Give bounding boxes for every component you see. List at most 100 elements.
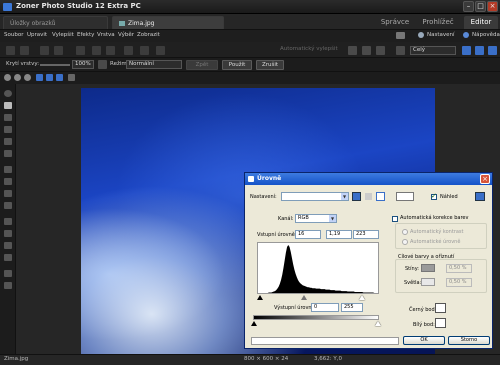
- undo-icon[interactable]: [40, 46, 49, 55]
- opacity-value: 100%: [75, 61, 91, 67]
- auto-color-checkbox[interactable]: [392, 216, 398, 222]
- ok-button[interactable]: OK: [403, 336, 445, 345]
- eraser-tool-icon[interactable]: [4, 202, 12, 209]
- black-eyedropper-icon[interactable]: [435, 303, 446, 313]
- fullscreen-icon[interactable]: [488, 46, 497, 55]
- brush-tool-icon[interactable]: [4, 190, 12, 197]
- cancel-button[interactable]: Storno: [448, 336, 490, 345]
- save-preset-icon[interactable]: [352, 192, 361, 201]
- maximize-button[interactable]: □: [475, 1, 486, 12]
- flip-icon[interactable]: [124, 46, 133, 55]
- input-black-slider[interactable]: [257, 295, 263, 300]
- menu-edit[interactable]: Upravit: [27, 32, 47, 38]
- grid-icon[interactable]: [396, 46, 405, 55]
- cancel-edit-button[interactable]: Zrušit: [256, 60, 284, 70]
- preset-select[interactable]: ▼: [281, 192, 349, 201]
- opacity-input[interactable]: 100%: [72, 60, 94, 69]
- minimize-button[interactable]: –: [463, 1, 474, 12]
- split-view-icon[interactable]: [376, 46, 385, 55]
- forward-icon[interactable]: [20, 46, 29, 55]
- histogram-icon[interactable]: [348, 46, 357, 55]
- frame-tool-icon[interactable]: [4, 282, 12, 289]
- white-eyedropper-icon[interactable]: [435, 318, 446, 328]
- layer-icon[interactable]: [98, 60, 107, 69]
- tab-viewer[interactable]: Prohlížeč: [422, 16, 454, 29]
- close-button[interactable]: ×: [487, 1, 498, 12]
- zoom-icon[interactable]: [475, 46, 484, 55]
- color-mode-select[interactable]: Celý: [410, 46, 456, 55]
- line-tool-icon[interactable]: [4, 254, 12, 261]
- help-icon[interactable]: [463, 32, 469, 38]
- rotate-left-icon[interactable]: [92, 46, 101, 55]
- auto-levels-radio: [402, 239, 408, 245]
- tab-editor[interactable]: Editor: [464, 16, 498, 29]
- rotate-tool-icon[interactable]: [4, 150, 12, 157]
- menu-view[interactable]: Zobrazit: [137, 32, 160, 38]
- dialog-title-bar[interactable]: Úrovně ×: [245, 173, 492, 185]
- red-eye-tool-icon[interactable]: [4, 166, 12, 173]
- dialog-close-button[interactable]: ×: [480, 174, 490, 184]
- opacity-slider[interactable]: [40, 64, 70, 66]
- tab-manager[interactable]: Správce: [380, 16, 410, 29]
- zoom-in-icon[interactable]: [4, 74, 11, 81]
- menu-selection[interactable]: Výběr: [118, 32, 134, 38]
- crop-tool-icon[interactable]: [4, 138, 12, 145]
- actual-size-icon[interactable]: [46, 74, 53, 81]
- fit-icon[interactable]: [462, 46, 471, 55]
- text-tool-icon[interactable]: [4, 230, 12, 237]
- fit-window-icon[interactable]: [36, 74, 43, 81]
- menu-effects[interactable]: Efekty: [77, 32, 94, 38]
- input-gamma-field[interactable]: 1,19: [326, 230, 352, 239]
- open-preset-icon[interactable]: [376, 192, 385, 201]
- gradient-tool-icon[interactable]: [4, 218, 12, 225]
- auto-group: [395, 223, 487, 249]
- auto-enhance-button[interactable]: Automatický vylepšit: [280, 46, 338, 52]
- blend-mode-select[interactable]: Normální: [126, 60, 182, 69]
- output-white-slider[interactable]: [375, 321, 381, 326]
- crop-icon[interactable]: [76, 46, 85, 55]
- menu-file[interactable]: Soubor: [4, 32, 23, 38]
- menu-enhance[interactable]: Vylepšit: [52, 32, 74, 38]
- adjust-icon[interactable]: [156, 46, 165, 55]
- blend-mode-value: Normální: [129, 61, 154, 67]
- input-white-slider[interactable]: [359, 295, 365, 300]
- zoom-tool-icon[interactable]: [4, 90, 12, 97]
- channel-select[interactable]: RGB ▼: [295, 214, 337, 223]
- zoom-reset-icon[interactable]: [24, 74, 31, 81]
- zoom-out-icon[interactable]: [14, 74, 21, 81]
- back-icon[interactable]: [6, 46, 15, 55]
- apply-button[interactable]: Použít: [222, 60, 252, 70]
- input-white-field[interactable]: 223: [353, 230, 379, 239]
- tab-document-1[interactable]: Úložky obrazků: [3, 16, 108, 29]
- navigator-icon[interactable]: [68, 74, 75, 81]
- output-white-field[interactable]: 255: [341, 303, 363, 312]
- highlights-color-swatch: [421, 278, 435, 286]
- hand-tool-icon[interactable]: [4, 102, 12, 109]
- lasso-tool-icon[interactable]: [4, 126, 12, 133]
- redo-icon[interactable]: [54, 46, 63, 55]
- input-gamma-slider[interactable]: [301, 295, 307, 300]
- menu-layer[interactable]: Vrstva: [97, 32, 115, 38]
- tab-document-zima[interactable]: Zima.jpg: [112, 16, 224, 29]
- menu-help[interactable]: Nápověda: [472, 32, 500, 38]
- fill-window-icon[interactable]: [56, 74, 63, 81]
- screen-icon[interactable]: [396, 32, 405, 39]
- menu-bar: Soubor Upravit Vylepšit Efekty Vrstva Vý…: [0, 30, 500, 42]
- selection-tool-icon[interactable]: [4, 114, 12, 121]
- resize-icon[interactable]: [140, 46, 149, 55]
- output-black-field[interactable]: 0: [311, 303, 339, 312]
- compare-preview-icon[interactable]: [475, 192, 485, 201]
- display-options-button[interactable]: [396, 192, 414, 201]
- rotate-right-icon[interactable]: [106, 46, 115, 55]
- menu-settings[interactable]: Nastavení: [427, 32, 455, 38]
- clone-tool-icon[interactable]: [4, 178, 12, 185]
- delete-preset-icon[interactable]: [365, 193, 372, 200]
- settings-icon[interactable]: [418, 32, 424, 38]
- compare-icon[interactable]: [362, 46, 371, 55]
- output-black-slider[interactable]: [251, 321, 257, 326]
- shape-tool-icon[interactable]: [4, 242, 12, 249]
- shadows-field: 0,50 %: [446, 264, 472, 273]
- input-black-field[interactable]: 16: [295, 230, 321, 239]
- auto-color-label: Automatická korekce barev: [400, 215, 469, 221]
- eyedropper-tool-icon[interactable]: [4, 270, 12, 277]
